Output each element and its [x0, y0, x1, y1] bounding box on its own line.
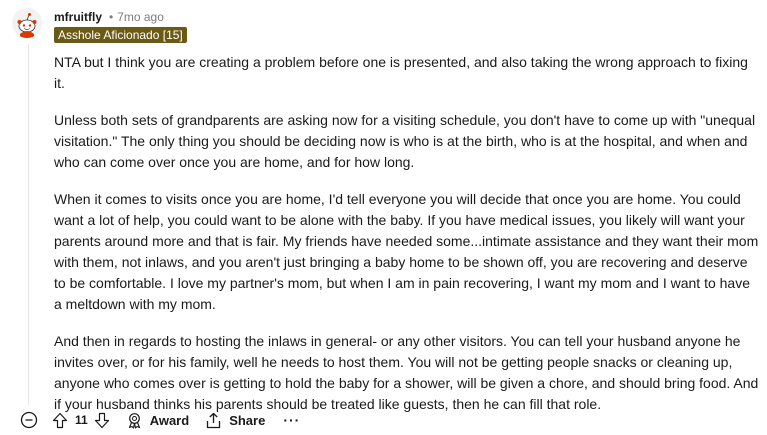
collapse-thread-button[interactable]	[20, 411, 38, 429]
award-icon	[126, 412, 143, 429]
more-options-button[interactable]: ···	[283, 412, 300, 428]
avatar[interactable]	[12, 8, 42, 38]
meta-separator: •	[109, 10, 114, 24]
vote-controls: 11	[52, 412, 110, 429]
timestamp[interactable]: 7mo ago	[117, 10, 164, 24]
award-button[interactable]: Award	[126, 412, 190, 429]
comment-paragraph: NTA but I think you are creating a probl…	[54, 54, 748, 91]
upvote-button[interactable]	[52, 412, 68, 429]
user-flair: Asshole Aficionado [15]	[54, 27, 187, 43]
downvote-button[interactable]	[94, 412, 110, 429]
award-label: Award	[149, 412, 190, 428]
collapse-minus-icon	[20, 411, 38, 429]
comment-action-bar: 11 Award Share ···	[20, 409, 300, 431]
snoo-avatar-icon	[12, 8, 42, 38]
comment-paragraph: And then in regards to hosting the inlaw…	[54, 333, 759, 412]
comment-body: NTA but I think you are creating a probl…	[54, 52, 759, 431]
share-label: Share	[229, 412, 266, 428]
thread-line[interactable]	[28, 44, 29, 406]
comment-paragraph: Unless both sets of grandparents are ask…	[54, 112, 756, 170]
comment: mfruitfly • 7mo ago Asshole Aficionado […	[0, 0, 767, 435]
comment-paragraph: When it comes to visits once you are hom…	[54, 191, 759, 312]
author-name[interactable]: mfruitfly	[54, 10, 102, 24]
vote-count: 11	[75, 413, 88, 427]
downvote-arrow-icon	[94, 412, 109, 428]
upvote-arrow-icon	[52, 412, 68, 428]
share-icon	[205, 412, 222, 429]
share-button[interactable]: Share	[205, 412, 265, 429]
comment-meta: mfruitfly • 7mo ago	[54, 8, 164, 26]
